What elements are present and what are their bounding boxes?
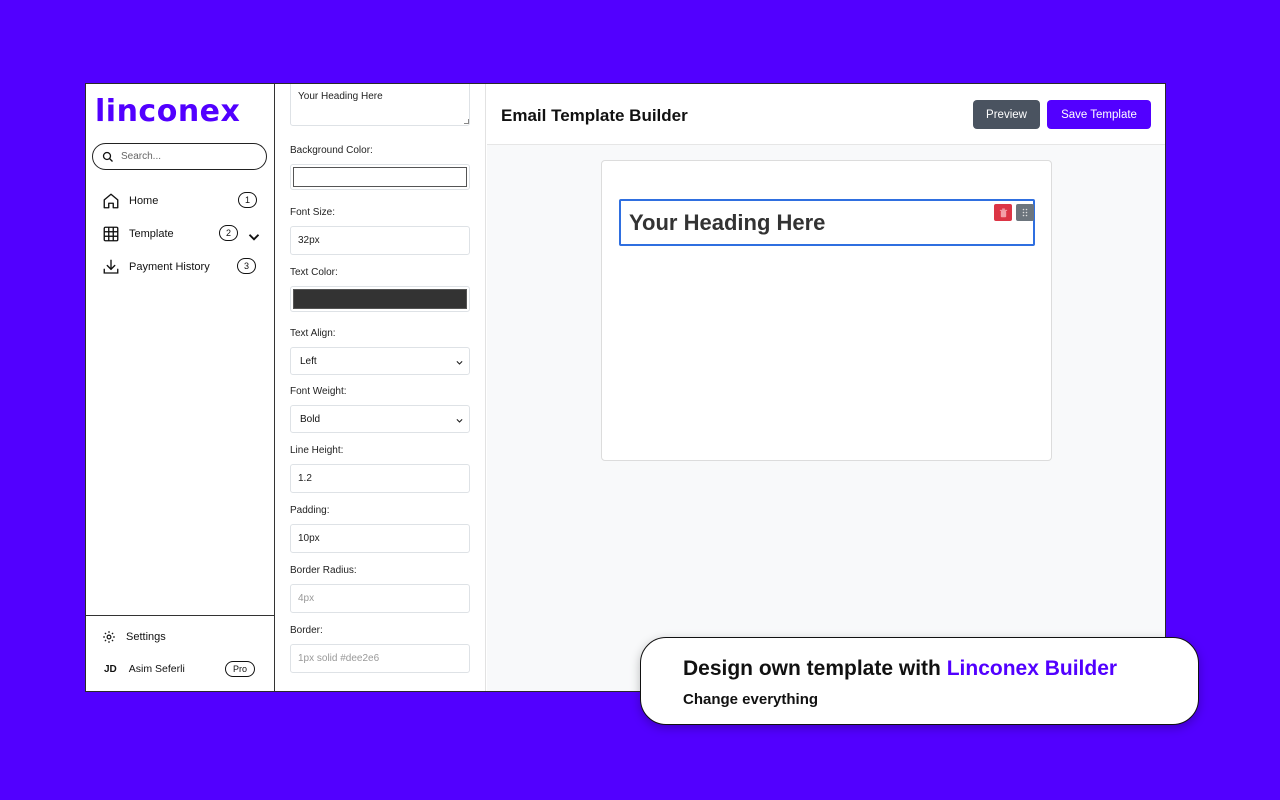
field-font-size: Font Size: 32px — [290, 207, 470, 255]
line-height-input[interactable]: 1.2 — [290, 464, 470, 493]
field-label: Line Height: — [290, 445, 344, 456]
background-color-picker[interactable] — [290, 164, 470, 190]
field-background-color: Background Color: — [290, 145, 470, 190]
search-icon — [102, 151, 113, 162]
count-badge: 3 — [237, 258, 256, 274]
field-border: Border: 1px solid #dee2e6 — [290, 625, 470, 673]
field-padding: Padding: 10px — [290, 505, 470, 553]
sidebar-footer: Settings JD Asim Seferli Pro — [86, 615, 275, 691]
border-input[interactable]: 1px solid #dee2e6 — [290, 644, 470, 673]
page-title: Email Template Builder — [501, 106, 688, 125]
gear-icon — [103, 631, 115, 643]
border-radius-input[interactable]: 4px — [290, 584, 470, 613]
font-weight-select[interactable]: Bold — [290, 405, 470, 433]
field-font-weight: Font Weight: Bold — [290, 386, 470, 433]
download-icon — [103, 259, 119, 274]
field-label: Background Color: — [290, 145, 373, 156]
select-value: Left — [300, 355, 317, 367]
grid-icon — [103, 226, 119, 241]
builder-area: Email Template Builder Preview Save Temp… — [487, 84, 1165, 691]
field-label: Border Radius: — [290, 565, 357, 576]
email-canvas[interactable]: Your Heading Here — [601, 160, 1052, 461]
delete-block-button[interactable] — [994, 204, 1012, 221]
promo-subtitle: Change everything — [683, 691, 819, 708]
logo: linconex — [95, 94, 241, 129]
text-align-select[interactable]: Left — [290, 347, 470, 375]
sidebar-nav: Home 1 Template 2 Payment History 3 — [86, 184, 275, 283]
field-line-height: Line Height: 1.2 — [290, 445, 470, 493]
promo-title-prefix: Design own template with — [683, 657, 947, 680]
resize-handle[interactable] — [464, 119, 469, 124]
field-label: Border: — [290, 625, 323, 636]
text-color-picker[interactable] — [290, 286, 470, 312]
field-label: Text Color: — [290, 267, 338, 278]
settings-label: Settings — [126, 631, 166, 643]
content-textarea[interactable]: Your Heading Here — [290, 84, 470, 126]
field-border-radius: Border Radius: 4px — [290, 565, 470, 613]
plan-badge: Pro — [225, 661, 256, 677]
heading-block-text: Your Heading Here — [629, 210, 826, 235]
field-label: Font Size: — [290, 207, 336, 218]
padding-input[interactable]: 10px — [290, 524, 470, 553]
avatar: JD — [104, 663, 117, 675]
field-text-color: Text Color: — [290, 267, 470, 312]
chevron-down-icon — [456, 418, 463, 423]
field-label: Text Align: — [290, 328, 336, 339]
promo-card: Design own template with Linconex Builde… — [640, 637, 1199, 725]
sidebar-item-template[interactable]: Template 2 — [86, 217, 275, 250]
chevron-down-icon[interactable] — [245, 228, 263, 246]
properties-panel: Your Heading Here Background Color: Font… — [276, 84, 486, 691]
user-profile[interactable]: JD Asim Seferli Pro — [104, 661, 264, 677]
sidebar: linconex Home 1 Template 2 Payment Histo… — [86, 84, 275, 691]
count-badge: 2 — [219, 225, 238, 241]
chevron-down-icon — [456, 360, 463, 365]
field-text-align: Text Align: Left — [290, 328, 470, 375]
drag-block-handle[interactable] — [1016, 204, 1034, 221]
search-input[interactable] — [121, 151, 261, 162]
sidebar-item-label: Home — [129, 194, 159, 207]
user-name: Asim Seferli — [128, 663, 185, 675]
sidebar-item-label: Template — [129, 227, 174, 240]
field-label: Padding: — [290, 505, 330, 516]
search-box[interactable] — [92, 143, 267, 170]
drag-handle-icon — [1022, 208, 1028, 217]
count-badge: 1 — [238, 192, 257, 208]
sidebar-item-home[interactable]: Home 1 — [86, 184, 275, 217]
promo-title-accent: Linconex Builder — [946, 657, 1118, 680]
home-icon — [103, 193, 119, 208]
preview-button[interactable]: Preview — [973, 100, 1040, 129]
save-template-button[interactable]: Save Template — [1047, 100, 1151, 129]
top-bar: Email Template Builder Preview Save Temp… — [487, 84, 1165, 145]
sidebar-item-label: Payment History — [129, 260, 210, 273]
app-window: linconex Home 1 Template 2 Payment Histo… — [85, 83, 1166, 692]
field-label: Font Weight: — [290, 386, 347, 397]
trash-icon — [999, 208, 1007, 217]
font-size-input[interactable]: 32px — [290, 226, 470, 255]
settings-link[interactable]: Settings — [102, 630, 166, 644]
promo-title: Design own template with Linconex Builde… — [683, 657, 1117, 681]
select-value: Bold — [300, 413, 321, 425]
heading-block[interactable]: Your Heading Here — [619, 199, 1035, 246]
sidebar-item-payment-history[interactable]: Payment History 3 — [86, 250, 275, 283]
